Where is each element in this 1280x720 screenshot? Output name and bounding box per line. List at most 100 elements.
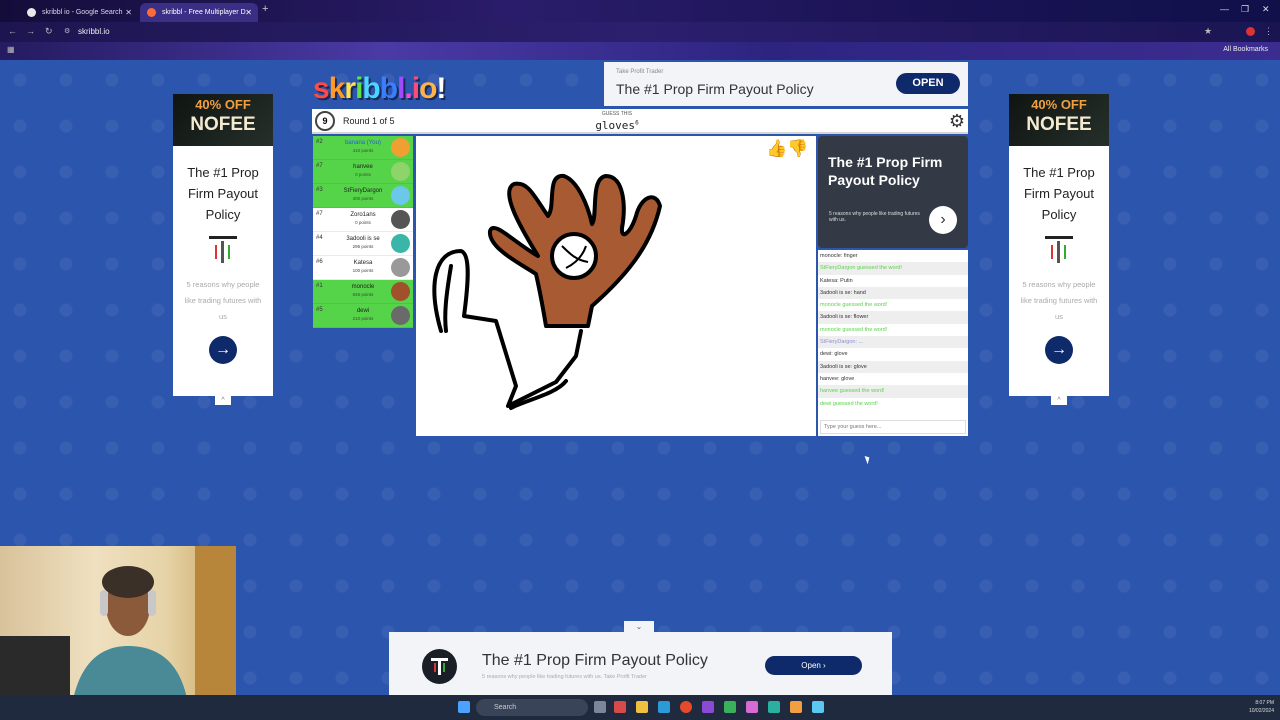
right-side-ad[interactable]: 40% OFF NOFEE The #1 Prop Firm Payout Po… [1009,94,1109,405]
player-avatar [391,234,410,253]
app-icon[interactable] [614,701,626,713]
ad-logo-icon [209,236,237,263]
site-info-icon[interactable]: ⚙ [64,27,70,35]
forward-icon[interactable]: → [26,26,35,36]
player-rank: #7 [316,163,323,169]
taskbar-search[interactable]: Search [476,699,588,716]
collapse-caret-icon[interactable]: ^ [1051,396,1067,405]
thumbs-up-icon[interactable]: 👍 [766,139,787,158]
ad-headline: The #1 Prop Firm Payout Policy [482,652,708,669]
player-avatar [391,282,410,301]
minimize-icon[interactable]: — [1220,4,1229,14]
url-field[interactable]: skribbl.io [78,27,110,36]
player-rank: #1 [316,283,323,289]
player-row[interactable]: #7 Zoro1ans 0 points [313,208,413,232]
close-icon[interactable]: ✕ [245,3,252,22]
skribbl-favicon-icon [147,8,156,17]
chat-message: monocle guessed the word! [820,302,888,309]
player-row[interactable]: #3 StFieryDargon 300 points [313,184,413,208]
chrome-icon[interactable] [680,701,692,713]
new-tab-icon[interactable]: + [262,3,268,15]
ad-headline: The #1 Prop Firm Payout Policy [616,81,814,97]
player-rank: #6 [316,259,323,265]
top-ad-banner[interactable]: Take Profit Trader The #1 Prop Firm Payo… [604,62,968,106]
ad-arrow-button[interactable]: → [1045,336,1073,364]
browser-tab-google[interactable]: skribbl io - Google Search ✕ [20,3,138,22]
player-row[interactable]: #6 Katesa 100 points [313,256,413,280]
chat-message: 3adooli is se: hand [818,286,968,300]
ad-banner-bottom: NOFEE [1026,114,1092,135]
settings-gear-icon[interactable]: ⚙ [949,110,965,132]
file-explorer-icon[interactable] [636,701,648,713]
chat-message: dewi: glove [820,351,848,358]
ad-open-button[interactable]: OPEN [896,73,960,94]
player-name: 3adooli is se [346,236,380,242]
ad-logo-icon [422,649,457,684]
ad-banner-image: 40% OFF NOFEE [173,94,273,146]
close-icon[interactable]: ✕ [125,3,132,22]
drawing-canvas[interactable] [416,136,816,436]
webcam-overlay [0,546,236,720]
task-view-icon[interactable] [594,701,606,713]
player-row[interactable]: #2 banana (You) 410 points [313,136,413,160]
search-label: Search [494,704,517,711]
reload-icon[interactable]: ↻ [45,26,53,37]
player-avatar [391,186,410,205]
app-icon[interactable] [746,701,758,713]
maximize-icon[interactable]: ❐ [1241,4,1249,15]
player-points: 0 points [355,220,371,225]
player-name: Katesa [353,260,373,266]
thumbs-down-icon[interactable]: 👎 [787,139,808,158]
player-row[interactable]: #1 monocle 646 points [313,280,413,304]
ad-arrow-button[interactable]: › [929,206,957,234]
app-icon[interactable] [724,701,736,713]
chat-message: 3adooli is se: flower [818,311,968,324]
player-row[interactable]: #5 dewi 210 points [313,304,413,328]
app-icon[interactable] [812,701,824,713]
guess-input[interactable] [820,420,966,434]
left-side-ad[interactable]: 40% OFF NOFEE The #1 Prop Firm Payout Po… [173,94,273,405]
profile-avatar[interactable] [1246,27,1255,36]
player-points: 646 points [352,292,374,297]
edge-icon[interactable] [658,701,670,713]
word-length: 6 [635,119,639,127]
ad-banner-top: 40% OFF [195,97,251,112]
ad-open-button[interactable]: Open › [765,656,862,675]
chat-panel: monocle: finger StFieryDargon guessed the… [818,250,968,436]
chat-ad[interactable]: The #1 Prop Firm Payout Policy 5 reasons… [818,136,968,248]
chat-message: StFieryDargon: ... [818,336,968,349]
bookmark-star-icon[interactable]: ★ [1204,26,1212,37]
browser-tab-strip: skribbl io - Google Search ✕ skribbl - F… [0,0,1280,22]
rating-buttons: 👍👎 [766,139,808,159]
app-icon[interactable] [790,701,802,713]
system-clock[interactable]: 8:07 PM 10/02/2024 [1249,699,1274,715]
player-row[interactable]: #7 hanvee 0 points [313,160,413,184]
player-name: banana (You) [345,140,381,146]
collapse-caret-icon[interactable]: ^ [215,396,231,405]
ad-banner-image: 40% OFF NOFEE [1009,94,1109,146]
ad-title: The #1 Prop Firm Payout Policy [828,154,943,188]
collapse-ad-icon[interactable]: ⌄ [624,621,654,632]
back-icon[interactable]: ← [8,26,17,36]
ad-description: 5 reasons why people like trading future… [829,211,920,223]
menu-icon[interactable]: ⋮ [1264,26,1273,37]
all-bookmarks-link[interactable]: All Bookmarks [1223,46,1268,53]
tab-title: skribbl io - Google Search [42,9,123,16]
guess-this-label: GUESS THIS [601,111,633,117]
apps-grid-icon[interactable]: ▦ [7,45,15,54]
bottom-ad-banner[interactable]: The #1 Prop Firm Payout Policy 5 reasons… [389,632,892,695]
ad-logo-icon [1045,236,1073,263]
ad-arrow-button[interactable]: → [209,336,237,364]
player-avatar [391,162,410,181]
app-icon[interactable] [768,701,780,713]
app-icon[interactable] [702,701,714,713]
windows-start-icon[interactable] [458,701,470,713]
chat-message: monocle: finger [820,253,858,259]
browser-tab-skribbl[interactable]: skribbl - Free Multiplayer D ✕ [140,3,258,22]
player-row[interactable]: #4 3adooli is se 295 points [313,232,413,256]
skribbl-logo: skribbl.io! [313,72,446,105]
player-rank: #3 [316,187,323,193]
chat-message: hanvee guessed the word! [818,385,968,398]
chat-message: 3adooli is se: glove [818,360,968,373]
close-window-icon[interactable]: ✕ [1262,4,1270,15]
